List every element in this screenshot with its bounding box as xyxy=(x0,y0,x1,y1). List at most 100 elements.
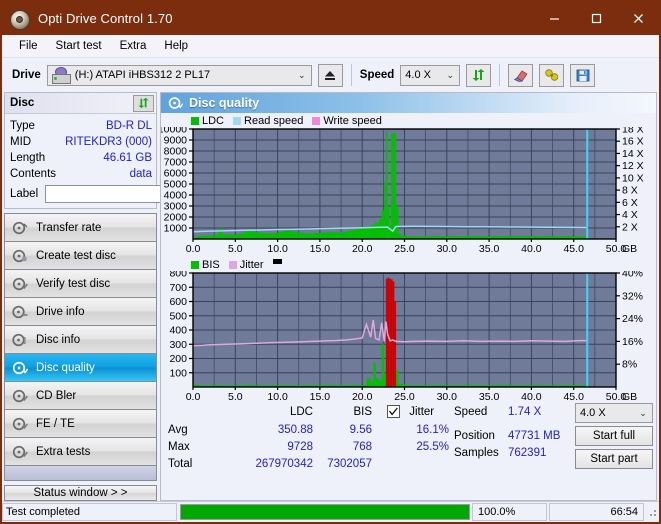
sidebar-nav: Transfer rate Create test disc Verify te… xyxy=(4,213,157,481)
resize-grip-icon[interactable] xyxy=(646,506,659,519)
jitter-checkbox[interactable] xyxy=(387,405,400,418)
refresh-button[interactable] xyxy=(466,63,492,87)
sidebar-item-transfer-rate[interactable]: Transfer rate xyxy=(5,214,156,242)
erase-button[interactable] xyxy=(508,63,534,87)
close-button[interactable] xyxy=(617,2,659,35)
control-samples-label: Samples xyxy=(454,447,499,459)
stats-row-label-avg: Avg xyxy=(168,424,188,436)
sidebar-item-label: FE / TE xyxy=(36,417,75,430)
minimize-button[interactable] xyxy=(533,2,575,35)
sidebar-spacer xyxy=(5,466,156,481)
svg-text:2 X: 2 X xyxy=(622,221,638,233)
progress-bar-fill xyxy=(181,505,469,519)
disc-row-type-key: Type xyxy=(10,120,35,132)
menu-item-help[interactable]: Help xyxy=(155,38,197,54)
start-full-button[interactable]: Start full xyxy=(575,426,653,446)
menu-item-file[interactable]: File xyxy=(10,38,47,54)
stats-total-bis: 7302057 xyxy=(327,458,372,470)
disc-row-mid-key: MID xyxy=(10,136,32,148)
disc-row-contents-key: Contents xyxy=(10,168,57,180)
elapsed-time: 66:54 xyxy=(549,503,644,521)
disc-panel: Disc Type BD-R DL MID RITEKDR3 (000) Len… xyxy=(4,92,249,209)
sidebar-item-cd-bler[interactable]: CD Bler xyxy=(5,382,156,410)
drive-icon xyxy=(51,66,71,84)
disc-row-length-key: Length xyxy=(10,152,46,164)
svg-text:300: 300 xyxy=(169,339,187,351)
sidebar-item-disc-quality[interactable]: Disc quality xyxy=(5,354,156,382)
speed-label: Speed xyxy=(359,69,395,81)
progress-percent: 100.0% xyxy=(472,503,547,521)
drive-select[interactable]: (H:) ATAPI iHBS312 2 PL17 ⌄ xyxy=(46,64,312,86)
sidebar-item-disc-info[interactable]: Disc info xyxy=(5,326,156,354)
status-bar: Test completed 100.0% 66:54 xyxy=(2,501,659,522)
test-speed-select[interactable]: 4.0 X ⌄ xyxy=(575,403,653,423)
stats-total-ldc: 267970342 xyxy=(255,458,313,470)
stats-block: LDC BIS Avg 350.88 9.56 Max 9728 768 Tot… xyxy=(161,403,656,500)
svg-text:6 X: 6 X xyxy=(622,197,638,209)
svg-text:400: 400 xyxy=(169,325,187,337)
control-position-value: 47731 MB xyxy=(508,430,561,442)
window-title: Opti Drive Control 1.70 xyxy=(38,11,173,26)
svg-text:35.0: 35.0 xyxy=(479,391,500,403)
speed-select[interactable]: 4.0 X ⌄ xyxy=(400,64,461,86)
legend-marker-black xyxy=(272,259,282,264)
disc-quality-title: Disc quality xyxy=(189,96,260,110)
legend-label-read-speed: Read speed xyxy=(244,114,304,127)
disc-quality-header: Disc quality xyxy=(161,93,656,113)
sidebar-item-label: Create test disc xyxy=(36,249,116,262)
disc-refresh-button[interactable] xyxy=(133,94,154,112)
legend-item-write-speed: Write speed xyxy=(312,115,382,127)
menu-bar: File Start test Extra Help xyxy=(2,35,659,58)
title-bar: Opti Drive Control 1.70 xyxy=(2,2,659,35)
disc-row-length-value: 46.61 GB xyxy=(103,152,152,164)
menu-item-start-test[interactable]: Start test xyxy=(47,38,111,54)
legend-label-ldc: LDC xyxy=(202,114,225,127)
disc-extra-icon xyxy=(11,444,29,460)
stats-row-label-max: Max xyxy=(168,441,190,453)
save-button[interactable] xyxy=(570,63,596,87)
bitsetting-button[interactable] xyxy=(539,63,565,87)
svg-text:12 X: 12 X xyxy=(622,160,644,172)
menu-item-extra[interactable]: Extra xyxy=(111,38,156,54)
eject-button[interactable] xyxy=(317,63,343,87)
sidebar-item-drive-info[interactable]: Drive info xyxy=(5,298,156,326)
svg-text:10 X: 10 X xyxy=(622,172,644,184)
svg-text:0.0: 0.0 xyxy=(186,391,201,403)
svg-text:0.0: 0.0 xyxy=(186,243,201,255)
svg-text:15.0: 15.0 xyxy=(310,391,331,403)
bis-chart-legend: BIS Jitter xyxy=(161,258,656,271)
sidebar-item-verify-test-disc[interactable]: Verify test disc xyxy=(5,270,156,298)
bis-chart-svg: 100 200 300 400 500 600 700 800 8% 16% 24% 32% 40% 0.… xyxy=(169,268,643,404)
start-part-button[interactable]: Start part xyxy=(575,449,653,469)
svg-text:24%: 24% xyxy=(622,313,643,325)
stats-row-label-total: Total xyxy=(168,458,193,470)
svg-text:5000: 5000 xyxy=(164,179,188,191)
svg-text:40%: 40% xyxy=(622,271,643,280)
disc-row-mid: MID RITEKDR3 (000) xyxy=(10,134,152,150)
sidebar-item-label: CD Bler xyxy=(36,389,77,402)
legend-swatch-ldc xyxy=(191,116,199,125)
legend-swatch-read-speed xyxy=(233,116,242,125)
window-buttons xyxy=(533,2,659,35)
sidebar-item-label: Disc quality xyxy=(36,361,95,374)
disc-bler-icon xyxy=(11,388,29,404)
controls-block: Speed 1.74 X Position 47731 MB Samples 7… xyxy=(450,403,656,500)
legend-swatch-jitter xyxy=(228,260,237,269)
sidebar-item-fe-te[interactable]: FE / TE xyxy=(5,410,156,438)
maximize-button[interactable] xyxy=(575,2,617,35)
drive-select-value: (H:) ATAPI iHBS312 2 PL17 xyxy=(74,69,211,81)
toolbar-separator xyxy=(499,64,501,86)
ldc-chart-svg: 1000200030004000500060007000800090001000… xyxy=(158,124,644,256)
control-speed-value: 1.74 X xyxy=(508,406,542,418)
sidebar-item-create-test-disc[interactable]: Create test disc xyxy=(5,242,156,270)
status-window-button[interactable]: Status window > > xyxy=(4,485,157,501)
drive-label: Drive xyxy=(12,69,41,81)
svg-text:10.0: 10.0 xyxy=(267,243,288,255)
legend-swatch-bis xyxy=(191,260,199,269)
sidebar-item-extra-tests[interactable]: Extra tests xyxy=(5,438,156,466)
svg-text:16 X: 16 X xyxy=(622,136,644,148)
chevron-down-icon: ⌄ xyxy=(298,69,306,80)
disc-row-length: Length 46.61 GB xyxy=(10,150,152,166)
disc-row-type: Type BD-R DL xyxy=(10,118,152,134)
svg-text:15.0: 15.0 xyxy=(310,243,331,255)
